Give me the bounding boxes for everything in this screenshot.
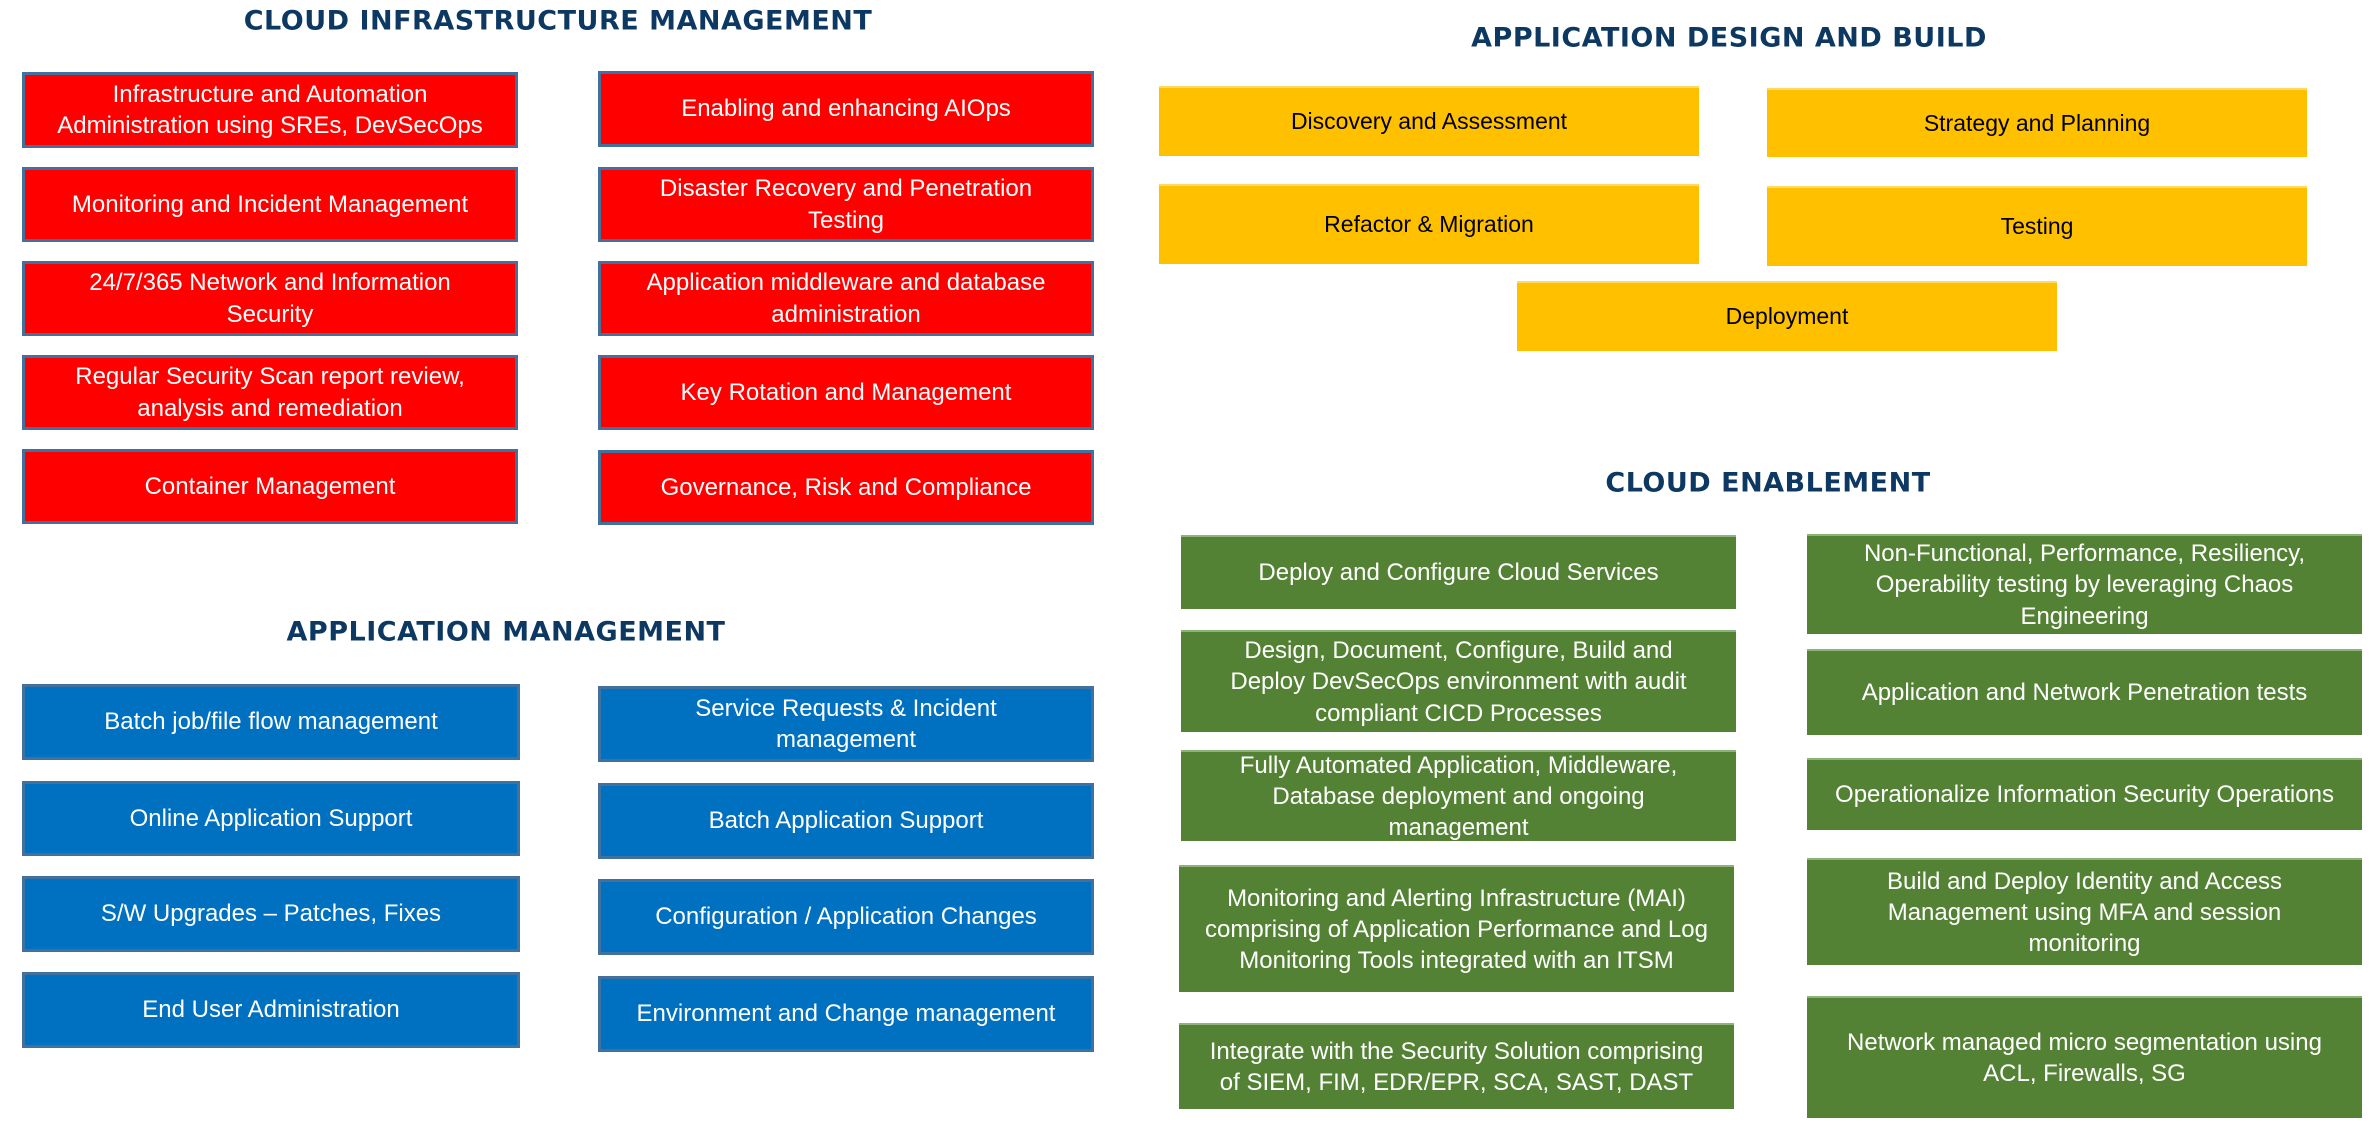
adb-item: Strategy and Planning xyxy=(1767,88,2307,157)
ce-item-label: Integrate with the Security Solution com… xyxy=(1209,1037,1704,1096)
am-item: Online Application Support xyxy=(22,781,520,856)
ce-item: Integrate with the Security Solution com… xyxy=(1179,1023,1734,1109)
am-item: Batch Application Support xyxy=(598,783,1094,859)
am-item-label: Environment and Change management xyxy=(636,1000,1056,1028)
adb-item-label: Discovery and Assessment xyxy=(1290,108,1568,135)
cim-item-label: Container Management xyxy=(144,472,396,500)
cloud-enablement-title: CLOUD ENABLEMENT xyxy=(1605,467,1931,499)
adb-item-label: Refactor & Migration xyxy=(1324,211,1534,238)
ce-item-label: Non-Functional, Performance, Resiliency,… xyxy=(1863,540,2306,630)
cim-item-label: Enabling and enhancing AIOps xyxy=(681,95,1011,123)
am-item-label: Service Requests & Incident management xyxy=(695,694,997,753)
ce-item-label: Monitoring and Alerting Infrastructure (… xyxy=(1205,884,1708,975)
ce-item-label: Operationalize Information Security Oper… xyxy=(1835,781,2334,809)
cim-item: Regular Security Scan report review, ana… xyxy=(22,355,518,430)
am-item: Configuration / Application Changes xyxy=(598,879,1094,955)
adb-item-label: Strategy and Planning xyxy=(1923,109,2151,136)
adb-item: Discovery and Assessment xyxy=(1159,86,1699,156)
ce-item: Network managed micro segmentation using… xyxy=(1807,996,2362,1118)
am-item-label: S/W Upgrades – Patches, Fixes xyxy=(100,900,442,928)
cim-item: 24/7/365 Network and Information Securit… xyxy=(22,261,518,336)
am-item: S/W Upgrades – Patches, Fixes xyxy=(22,876,520,952)
ce-item: Fully Automated Application, Middleware,… xyxy=(1181,750,1736,841)
adb-item-label: Testing xyxy=(2000,213,2074,240)
ce-item: Build and Deploy Identity and Access Man… xyxy=(1807,858,2362,965)
application-management-title: APPLICATION MANAGEMENT xyxy=(286,616,726,648)
application-design-title: APPLICATION DESIGN AND BUILD xyxy=(1471,22,1987,54)
ce-item: Non-Functional, Performance, Resiliency,… xyxy=(1807,534,2362,634)
am-item: Service Requests & Incident management xyxy=(598,686,1094,762)
ce-item: Operationalize Information Security Oper… xyxy=(1807,758,2362,830)
am-item-label: Online Application Support xyxy=(129,804,413,832)
cim-item: Monitoring and Incident Management xyxy=(22,167,518,242)
cim-item-label: Application middleware and database admi… xyxy=(646,269,1046,328)
ce-item: Monitoring and Alerting Infrastructure (… xyxy=(1179,865,1734,992)
am-item: Environment and Change management xyxy=(598,976,1094,1052)
cim-item-label: Infrastructure and Automation Administra… xyxy=(57,80,483,139)
cim-item: Key Rotation and Management xyxy=(598,355,1094,430)
cim-item-label: 24/7/365 Network and Information Securit… xyxy=(89,269,451,328)
ce-item-label: Design, Document, Configure, Build and D… xyxy=(1230,637,1687,727)
cim-item-label: Disaster Recovery and Penetration Testin… xyxy=(659,175,1033,234)
ce-item: Design, Document, Configure, Build and D… xyxy=(1181,630,1736,732)
adb-item: Refactor & Migration xyxy=(1159,184,1699,264)
cim-item: Infrastructure and Automation Administra… xyxy=(22,72,518,148)
cim-item: Governance, Risk and Compliance xyxy=(598,450,1094,525)
am-item: End User Administration xyxy=(22,972,520,1048)
cim-item: Enabling and enhancing AIOps xyxy=(598,71,1094,147)
cim-item-label: Governance, Risk and Compliance xyxy=(660,473,1032,501)
adb-item: Deployment xyxy=(1517,281,2057,351)
am-item: Batch job/file flow management xyxy=(22,684,520,760)
ce-item-label: Deploy and Configure Cloud Services xyxy=(1258,559,1659,587)
am-item-label: End User Administration xyxy=(142,996,400,1024)
cim-item: Disaster Recovery and Penetration Testin… xyxy=(598,167,1094,242)
ce-item-label: Network managed micro segmentation using… xyxy=(1847,1028,2322,1087)
cim-item-label: Monitoring and Incident Management xyxy=(71,190,469,218)
cim-item-label: Key Rotation and Management xyxy=(680,378,1012,406)
ce-item: Deploy and Configure Cloud Services xyxy=(1181,535,1736,609)
ce-item-label: Application and Network Penetration test… xyxy=(1861,679,2308,707)
ce-item-label: Fully Automated Application, Middleware,… xyxy=(1239,751,1678,842)
adb-item-label: Deployment xyxy=(1725,303,1849,330)
cim-item-label: Regular Security Scan report review, ana… xyxy=(75,363,465,422)
adb-item: Testing xyxy=(1767,186,2307,266)
cim-item: Application middleware and database admi… xyxy=(598,261,1094,336)
am-item-label: Batch Application Support xyxy=(708,807,984,835)
ce-item-label: Build and Deploy Identity and Access Man… xyxy=(1887,867,2282,958)
cloud-infrastructure-title: CLOUD INFRASTRUCTURE MANAGEMENT xyxy=(243,5,873,37)
am-item-label: Batch job/file flow management xyxy=(104,708,438,736)
am-item-label: Configuration / Application Changes xyxy=(655,903,1037,931)
cim-item: Container Management xyxy=(22,449,518,524)
ce-item: Application and Network Penetration test… xyxy=(1807,649,2362,735)
